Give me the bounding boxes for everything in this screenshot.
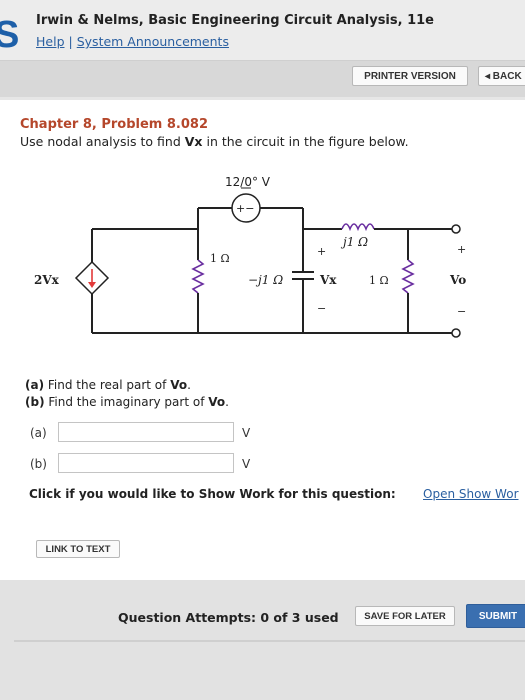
answer-a-label: (a) <box>30 426 47 440</box>
vo-label: Vo <box>449 273 466 287</box>
system-announcements-link[interactable]: System Announcements <box>77 34 229 49</box>
cap-label: −j1 Ω <box>248 273 283 287</box>
vx-plus: + <box>317 245 326 258</box>
problem-statement: Use nodal analysis to find Vx in the cir… <box>20 134 409 149</box>
part-b: (b) Find the imaginary part of Vo. <box>25 395 229 409</box>
book-title: Irwin & Nelms, Basic Engineering Circuit… <box>36 13 434 28</box>
inductor-label: j1 Ω <box>340 235 368 249</box>
answer-b-unit: V <box>242 457 251 471</box>
source-label: 12/0° V <box>225 175 271 189</box>
back-button[interactable]: ◂ BACK <box>478 66 525 86</box>
link-to-text-button[interactable]: LINK TO TEXT <box>36 540 120 558</box>
dependent-source-arrowhead <box>88 282 96 288</box>
problem-text-before: Use nodal analysis to find <box>20 134 185 149</box>
part-a: (a) Find the real part of Vo. <box>25 378 191 392</box>
header-links: Help | System Announcements <box>36 34 229 49</box>
resistor-r2 <box>401 259 415 294</box>
answer-a-input[interactable] <box>58 422 234 442</box>
terminal-top <box>451 224 461 234</box>
r2-label: 1 Ω <box>369 274 389 287</box>
r1-label: 1 Ω <box>210 252 230 265</box>
source-polarity: +− <box>236 202 254 215</box>
vo-plus: + <box>457 243 466 256</box>
show-work-prompt: Click if you would like to Show Work for… <box>29 487 396 501</box>
question-parts: (a) Find the real part of Vo. (b) Find t… <box>25 377 229 411</box>
question-attempts: Question Attempts: 0 of 3 used <box>118 610 339 625</box>
wiley-logo: S <box>0 14 20 56</box>
terminal-bottom <box>451 328 461 338</box>
resistor-r1 <box>191 259 205 294</box>
open-show-work-link[interactable]: Open Show Wor <box>423 487 519 501</box>
app-header <box>0 0 525 60</box>
inductor <box>341 223 375 232</box>
vx-label: Vx <box>319 273 337 287</box>
vx-minus: − <box>317 302 326 315</box>
problem-text-after: in the circuit in the figure below. <box>202 134 409 149</box>
answer-b-input[interactable] <box>58 453 234 473</box>
vo-minus: − <box>457 305 466 318</box>
answer-b-label: (b) <box>30 457 47 471</box>
submit-button[interactable]: SUBMIT <box>466 604 525 628</box>
link-separator: | <box>68 34 73 49</box>
circuit-diagram: 12/0° V +− j1 Ω 1 Ω −j1 Ω + Vx − 1 Ω 2Vx… <box>34 175 466 338</box>
dep-source-label: 2Vx <box>34 273 60 287</box>
problem-title: Chapter 8, Problem 8.082 <box>20 117 208 132</box>
footer-divider <box>14 640 525 642</box>
printer-version-button[interactable]: PRINTER VERSION <box>352 66 468 86</box>
save-for-later-button[interactable]: SAVE FOR LATER <box>355 606 455 626</box>
help-link[interactable]: Help <box>36 34 65 49</box>
answer-a-unit: V <box>242 426 251 440</box>
problem-text-var: Vx <box>184 134 203 149</box>
